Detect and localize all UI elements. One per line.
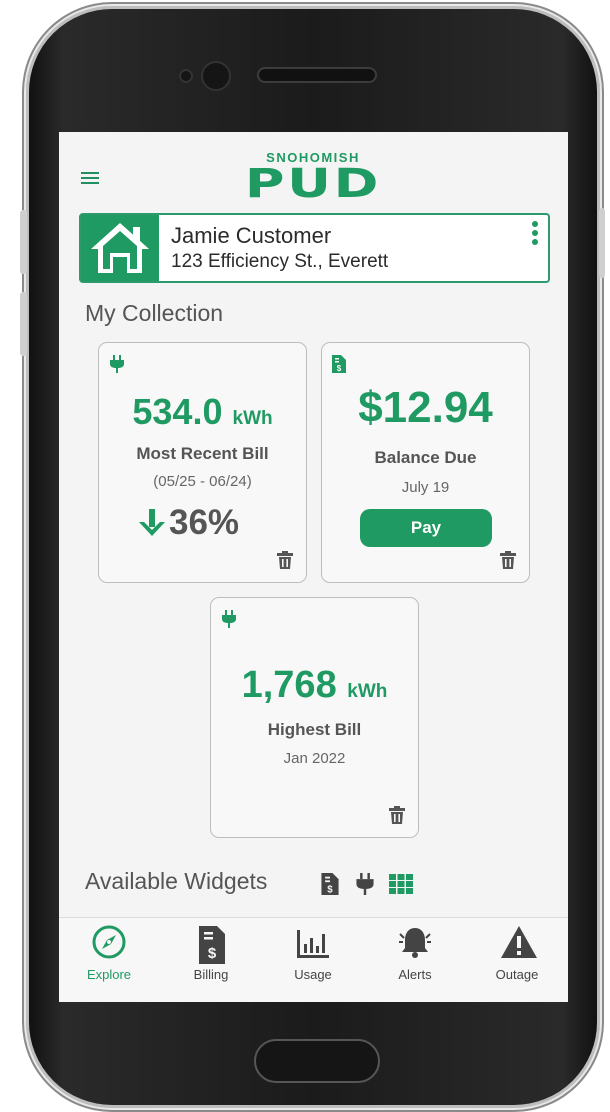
sensor bbox=[179, 69, 193, 83]
usage-change-percent: 36% bbox=[169, 503, 240, 542]
recent-bill-label: Most Recent Bill bbox=[136, 444, 269, 463]
highest-bill-label: Highest Bill bbox=[267, 720, 362, 739]
trash-icon[interactable] bbox=[389, 806, 405, 829]
bill-icon: $ bbox=[332, 355, 346, 378]
bill-icon: $ bbox=[199, 926, 225, 964]
home-icon bbox=[81, 215, 159, 281]
pay-button[interactable]: Pay bbox=[360, 509, 492, 547]
recent-bill-value: 534.0 kWh bbox=[132, 391, 273, 432]
volume-up-button[interactable] bbox=[20, 210, 27, 274]
account-name: Jamie Customer bbox=[171, 223, 332, 248]
earpiece-speaker bbox=[257, 67, 377, 83]
plug-icon bbox=[221, 610, 237, 633]
recent-bill-period: (05/25 - 06/24) bbox=[153, 473, 252, 490]
home-button[interactable] bbox=[254, 1039, 380, 1083]
hamburger-menu-icon[interactable] bbox=[81, 172, 99, 186]
tab-usage[interactable]: Usage bbox=[263, 918, 363, 1002]
tab-label: Alerts bbox=[398, 967, 432, 982]
bill-icon[interactable]: $ bbox=[321, 873, 339, 895]
tab-label: Usage bbox=[294, 967, 332, 982]
balance-value: $12.94 bbox=[358, 383, 493, 432]
grid-icon[interactable] bbox=[389, 874, 413, 894]
pud-logo: SNOHOMISH PUD bbox=[227, 150, 399, 204]
tab-label: Outage bbox=[495, 967, 539, 982]
highest-bill-widget[interactable]: 1,768 kWh Highest Bill Jan 2022 bbox=[210, 597, 419, 838]
volume-down-button[interactable] bbox=[20, 292, 27, 356]
available-widget-icons: $ bbox=[321, 871, 421, 899]
power-button[interactable] bbox=[599, 208, 605, 278]
highest-bill-value: 1,768 kWh bbox=[241, 664, 388, 706]
tab-explore[interactable]: Explore bbox=[59, 918, 159, 1002]
compass-icon bbox=[92, 925, 126, 959]
plug-icon bbox=[109, 355, 125, 378]
account-card[interactable]: Jamie Customer 123 Efficiency St., Evere… bbox=[79, 213, 550, 283]
available-widgets-title: Available Widgets bbox=[85, 868, 268, 894]
bar-chart-icon bbox=[297, 930, 329, 958]
front-camera bbox=[201, 61, 231, 91]
bell-icon bbox=[399, 928, 431, 958]
balance-widget[interactable]: $ $12.94 Balance Due July 19 Pay bbox=[321, 342, 530, 583]
svg-text:$: $ bbox=[208, 945, 217, 962]
plug-icon[interactable] bbox=[355, 873, 375, 895]
tab-label: Billing bbox=[193, 967, 229, 982]
balance-label: Balance Due bbox=[374, 448, 477, 467]
tab-alerts[interactable]: Alerts bbox=[365, 918, 465, 1002]
tab-label: Explore bbox=[86, 967, 132, 982]
bottom-tab-bar: Explore $ Billing Usage Alerts Outage bbox=[59, 917, 568, 1002]
recent-bill-widget[interactable]: 534.0 kWh Most Recent Bill (05/25 - 06/2… bbox=[98, 342, 307, 583]
tab-outage[interactable]: Outage bbox=[467, 918, 567, 1002]
app-screen: SNOHOMISH PUD Jamie Customer 123 Efficie… bbox=[59, 132, 568, 1002]
account-address: 123 Efficiency St., Everett bbox=[171, 251, 389, 272]
tab-billing[interactable]: $ Billing bbox=[161, 918, 261, 1002]
trash-icon[interactable] bbox=[277, 551, 293, 574]
svg-text:$: $ bbox=[337, 364, 342, 373]
balance-due-date: July 19 bbox=[401, 479, 450, 496]
arrow-down-icon bbox=[139, 509, 165, 536]
my-collection-title: My Collection bbox=[85, 300, 224, 326]
trash-icon[interactable] bbox=[500, 551, 516, 574]
logo-main-text: PUD bbox=[244, 161, 382, 207]
warning-icon bbox=[501, 926, 537, 958]
highest-bill-date: Jan 2022 bbox=[283, 750, 346, 767]
more-options-icon[interactable] bbox=[532, 221, 540, 247]
svg-text:$: $ bbox=[327, 885, 333, 895]
